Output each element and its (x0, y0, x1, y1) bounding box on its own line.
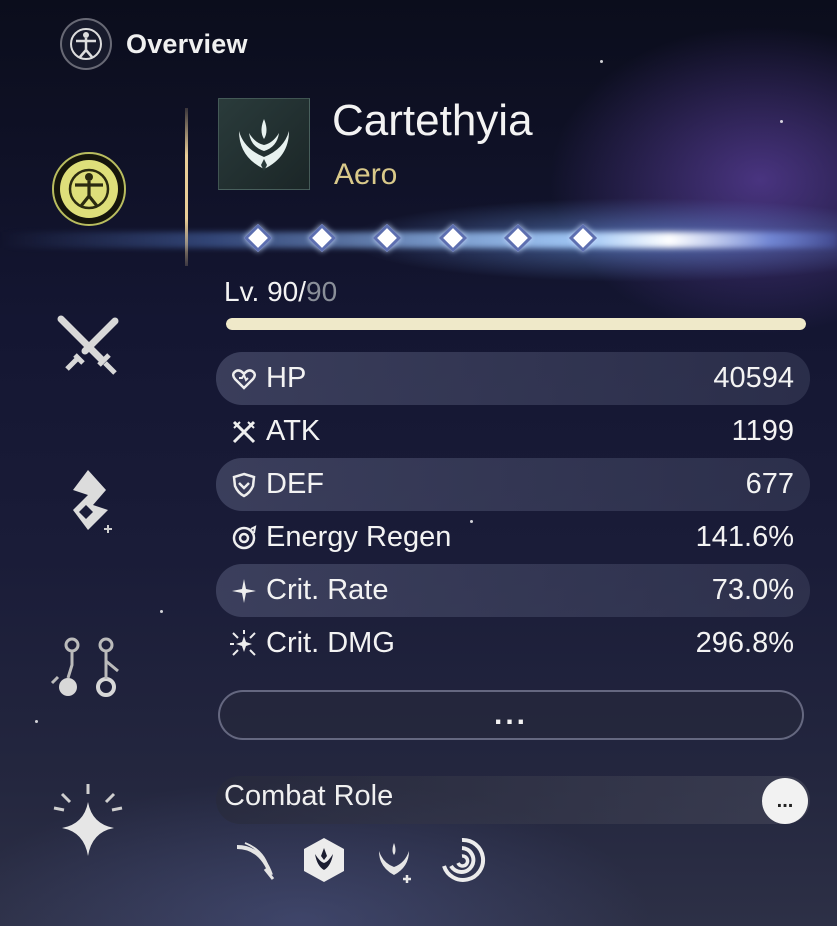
forte-nodes-icon (50, 637, 119, 697)
level-separator: / (298, 276, 306, 307)
aero-emblem-icon (218, 98, 310, 190)
sequence-node[interactable] (243, 223, 273, 253)
crossed-swords-icon (57, 315, 119, 375)
stat-label: ATK (266, 415, 321, 447)
sidebar-item-weapon[interactable] (48, 306, 128, 386)
page-title: Overview (126, 28, 248, 59)
echo-icon (73, 470, 112, 533)
slash-icon[interactable] (228, 834, 280, 886)
light-beam (0, 232, 837, 248)
stat-value: 73.0% (711, 574, 794, 606)
more-stats-label: ... (493, 698, 528, 731)
level-prefix: Lv. (224, 276, 268, 307)
sequence-node[interactable] (307, 223, 337, 253)
sparkle-star-icon (53, 784, 123, 856)
stat-label: DEF (266, 468, 324, 500)
level-current: 90 (267, 276, 299, 307)
stat-value: 40594 (713, 362, 794, 394)
stat-label: Crit. Rate (266, 574, 389, 606)
sequence-node[interactable] (372, 223, 402, 253)
heart-icon (228, 363, 260, 395)
level-progress-bar (226, 318, 806, 330)
stat-row-energy-regen: Energy Regen 141.6% (216, 511, 810, 564)
stat-label: Crit. DMG (266, 627, 395, 659)
sequence-node[interactable] (438, 223, 468, 253)
stat-value: 1199 (731, 415, 794, 447)
more-stats-button[interactable]: ... (218, 690, 804, 740)
stats-list: HP 40594 ATK 1199 DEF 677 Energy Regen 1… (216, 352, 810, 670)
shield-icon (228, 469, 260, 501)
swirl-icon[interactable] (436, 834, 488, 886)
vitruvian-icon (60, 18, 112, 70)
combat-role-label: Combat Role (224, 780, 394, 812)
sidebar-item-overview[interactable] (52, 152, 126, 226)
character-element: Aero (334, 158, 398, 191)
sidebar-item-echo[interactable] (48, 460, 128, 540)
star (600, 60, 603, 63)
energy-regen-icon (228, 522, 260, 554)
sequence-node[interactable] (503, 223, 533, 253)
stat-row-hp: HP 40594 (216, 352, 810, 405)
level-progress-fill (226, 318, 806, 330)
crit-dmg-icon (228, 628, 260, 660)
sidebar-item-forte[interactable] (48, 626, 128, 706)
header: Overview (60, 18, 248, 70)
level-max: 90 (306, 276, 338, 307)
stat-row-crit-rate: Crit. Rate 73.0% (216, 564, 810, 617)
stat-row-def: DEF 677 (216, 458, 810, 511)
star (35, 720, 38, 723)
stat-value: 677 (745, 468, 794, 500)
combat-role-info-button[interactable]: ... (762, 778, 808, 824)
sidebar-item-resonance-chain[interactable] (48, 780, 128, 860)
stat-row-crit-dmg: Crit. DMG 296.8% (216, 617, 810, 670)
vitruvian-icon (60, 160, 118, 218)
aero-plus-icon[interactable] (368, 834, 420, 886)
stat-value: 141.6% (695, 521, 794, 553)
atk-icon (228, 416, 260, 448)
character-name: Cartethyia (332, 96, 533, 145)
stat-row-atk: ATK 1199 (216, 405, 810, 458)
level-label: Lv. 90/90 (224, 276, 337, 308)
combat-role-info-label: ... (776, 790, 794, 812)
sequence-node[interactable] (568, 223, 598, 253)
sidebar-divider (185, 108, 188, 266)
stat-label: Energy Regen (266, 521, 452, 553)
star (160, 610, 163, 613)
hexagon-emblem-icon[interactable] (298, 834, 350, 886)
stat-value: 296.8% (695, 627, 794, 659)
stat-label: HP (266, 362, 307, 394)
star (780, 120, 783, 123)
crit-rate-icon (228, 575, 260, 607)
